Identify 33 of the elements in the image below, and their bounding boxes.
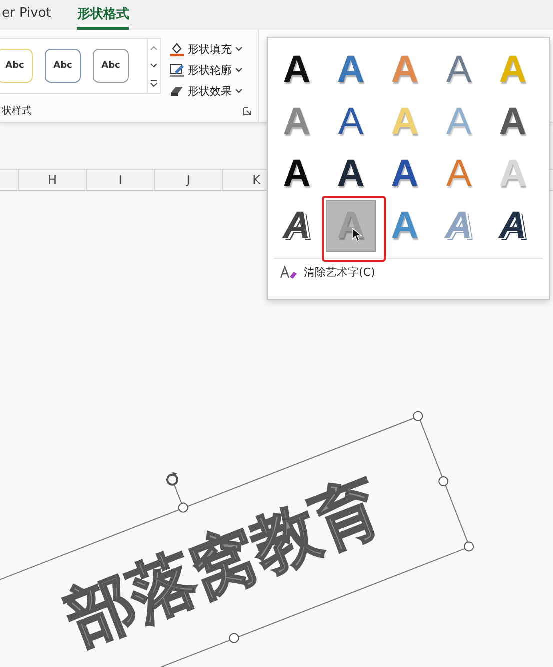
column-header[interactable]: I bbox=[86, 170, 154, 190]
clear-wordart-menu-item[interactable]: 清除艺术字(C) bbox=[268, 259, 549, 286]
paint-bucket-icon bbox=[169, 41, 185, 57]
shape-style-preset[interactable]: Abc bbox=[45, 49, 81, 83]
wordart-style-option[interactable]: A bbox=[276, 49, 318, 91]
wordart-style-option[interactable]: A bbox=[384, 153, 426, 195]
group-label: 状样式 bbox=[2, 104, 32, 118]
column-header[interactable]: J bbox=[154, 170, 222, 190]
more-icon[interactable] bbox=[150, 80, 158, 88]
pencil-icon bbox=[169, 62, 185, 78]
caret-icon bbox=[235, 67, 243, 73]
wordart-style-option[interactable]: A bbox=[276, 205, 318, 247]
wordart-style-option[interactable]: A bbox=[492, 205, 534, 247]
ribbon-tab[interactable]: er Pivot bbox=[2, 2, 52, 28]
wordart-style-option[interactable]: A bbox=[438, 49, 480, 91]
highlight-frame bbox=[322, 196, 386, 262]
wordart-style-option[interactable]: A bbox=[330, 49, 372, 91]
wordart-style-option[interactable]: A bbox=[330, 153, 372, 195]
shape-style-preset[interactable]: Abc bbox=[93, 49, 129, 83]
scroll-up-icon[interactable] bbox=[150, 45, 158, 51]
scroll-down-icon[interactable] bbox=[150, 63, 158, 69]
wordart-style-option[interactable]: A bbox=[330, 101, 372, 143]
shape-command-button[interactable]: 形状填充 bbox=[169, 41, 243, 57]
caret-icon bbox=[235, 46, 243, 52]
shape-command-button[interactable]: 形状效果 bbox=[169, 83, 243, 99]
caret-icon bbox=[235, 88, 243, 94]
wordart-text: 部落窝教育 bbox=[58, 473, 390, 654]
column-header[interactable]: H bbox=[18, 170, 86, 190]
shape-command-button[interactable]: 形状轮廓 bbox=[169, 62, 243, 78]
wordart-style-option[interactable]: A bbox=[492, 101, 534, 143]
clear-formatting-icon bbox=[280, 266, 298, 280]
shape-style-preset[interactable]: Abc bbox=[0, 49, 33, 83]
dialog-launcher-icon[interactable] bbox=[243, 106, 252, 116]
